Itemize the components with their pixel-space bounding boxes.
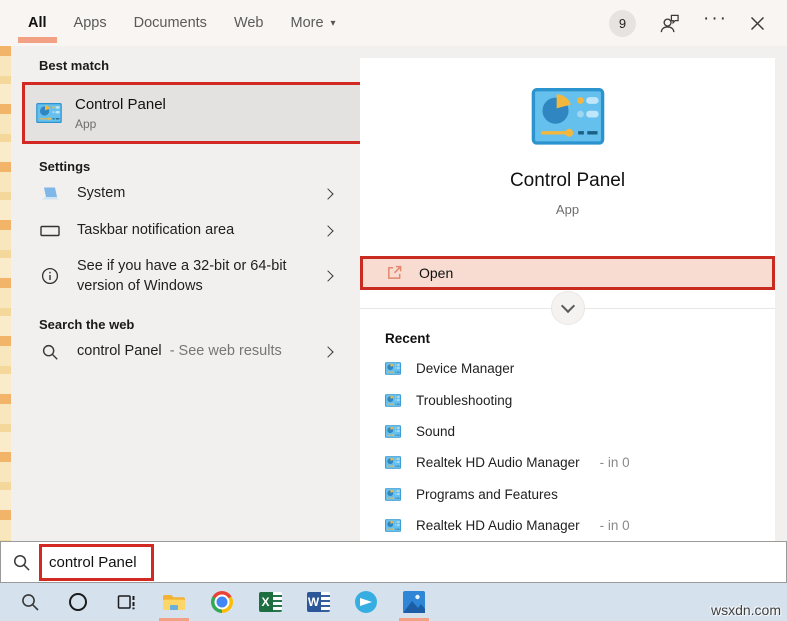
desktop-background-strip xyxy=(0,46,11,541)
search-web-header: Search the web xyxy=(39,317,348,332)
best-match-result-control-panel[interactable]: Control Panel App xyxy=(22,82,363,144)
taskbar-cortana-button[interactable] xyxy=(54,583,102,621)
update-count-badge[interactable]: 9 xyxy=(609,10,636,37)
photos-icon xyxy=(403,591,425,613)
telegram-icon xyxy=(355,591,377,613)
open-external-icon xyxy=(386,264,403,281)
open-button[interactable]: Open xyxy=(360,256,775,290)
info-icon xyxy=(39,267,61,285)
chevron-right-icon xyxy=(322,270,333,281)
tab-apps[interactable]: Apps xyxy=(74,0,107,46)
search-input[interactable]: control Panel xyxy=(49,554,137,571)
tab-more[interactable]: More ▾ xyxy=(291,0,336,46)
result-subtitle: App xyxy=(75,117,166,131)
best-match-header: Best match xyxy=(39,58,348,73)
settings-item-system[interactable]: System xyxy=(28,176,348,211)
expand-divider xyxy=(360,290,775,327)
control-panel-icon xyxy=(385,394,401,407)
cortana-icon xyxy=(69,593,87,611)
close-icon[interactable] xyxy=(750,16,765,31)
system-icon xyxy=(39,186,61,202)
control-panel-icon xyxy=(36,103,62,123)
recent-item-sound[interactable]: Sound xyxy=(360,416,775,447)
search-icon xyxy=(39,343,61,361)
web-query: control Panel xyxy=(77,343,162,359)
excel-icon: X xyxy=(259,592,282,612)
recent-item-troubleshooting[interactable]: Troubleshooting xyxy=(360,385,775,416)
expand-actions-button[interactable] xyxy=(551,291,585,325)
chevron-right-icon xyxy=(322,188,333,199)
settings-item-taskbar-notification-area[interactable]: Taskbar notification area xyxy=(28,213,348,248)
topbar-actions: 9 ··· xyxy=(609,10,765,37)
settings-header: Settings xyxy=(39,159,348,174)
tab-all[interactable]: All xyxy=(28,0,47,46)
search-results-column: Best match Control Panel App Settings Sy… xyxy=(11,46,348,541)
tab-web[interactable]: Web xyxy=(234,0,264,46)
recent-item-programs-and-features[interactable]: Programs and Features xyxy=(360,478,775,509)
chevron-down-icon: ▾ xyxy=(331,18,336,29)
taskbar-word-button[interactable]: W xyxy=(294,583,342,621)
search-icon xyxy=(12,553,31,572)
taskbar-search-box[interactable]: control Panel xyxy=(0,541,787,583)
recent-item-realtek-hd-audio-manager-2[interactable]: Realtek HD Audio Manager - in 0 xyxy=(360,510,775,541)
task-view-icon xyxy=(116,592,137,612)
search-filter-bar: All Apps Documents Web More ▾ 9 ··· xyxy=(0,0,787,46)
control-panel-icon xyxy=(531,88,605,145)
watermark: wsxdn.com xyxy=(711,602,781,618)
tab-documents[interactable]: Documents xyxy=(134,0,207,46)
result-preview-panel: Control Panel App Open Recent Device Man… xyxy=(360,58,775,541)
preview-app-title: Control Panel xyxy=(510,170,625,192)
recent-item-device-manager[interactable]: Device Manager xyxy=(360,353,775,384)
word-icon: W xyxy=(307,592,330,612)
taskbar-search-button[interactable] xyxy=(6,583,54,621)
taskbar-file-explorer-button[interactable] xyxy=(150,583,198,621)
recent-header: Recent xyxy=(385,331,430,346)
more-options-icon[interactable]: ··· xyxy=(703,14,728,32)
control-panel-icon xyxy=(385,425,401,438)
web-search-suggestion[interactable]: control Panel - See web results xyxy=(28,334,348,369)
file-explorer-icon xyxy=(162,593,186,612)
chrome-icon xyxy=(211,591,233,613)
control-panel-icon xyxy=(385,362,401,375)
preview-app-subtitle: App xyxy=(556,202,579,217)
chevron-right-icon xyxy=(322,225,333,236)
feedback-person-icon[interactable] xyxy=(658,13,681,34)
control-panel-icon xyxy=(385,456,401,469)
windows-taskbar: X W xyxy=(0,583,787,621)
taskbar-chrome-button[interactable] xyxy=(198,583,246,621)
taskbar-photos-button[interactable] xyxy=(390,583,438,621)
control-panel-icon xyxy=(385,519,401,532)
taskbar-area-icon xyxy=(39,225,61,237)
web-query-suffix: - See web results xyxy=(166,343,282,359)
chevron-right-icon xyxy=(322,346,333,357)
taskbar-telegram-button[interactable] xyxy=(342,583,390,621)
recent-item-realtek-hd-audio-manager[interactable]: Realtek HD Audio Manager - in 0 xyxy=(360,447,775,478)
search-query-annotation: control Panel xyxy=(39,544,154,581)
control-panel-icon xyxy=(385,488,401,501)
start-search-panel: All Apps Documents Web More ▾ 9 ··· xyxy=(0,0,787,621)
chevron-down-icon xyxy=(560,299,574,313)
settings-item-32-64-bit[interactable]: See if you have a 32-bit or 64-bit versi… xyxy=(28,250,348,302)
taskbar-excel-button[interactable]: X xyxy=(246,583,294,621)
search-icon xyxy=(20,592,40,612)
result-title: Control Panel xyxy=(75,96,166,113)
taskbar-task-view-button[interactable] xyxy=(102,583,150,621)
